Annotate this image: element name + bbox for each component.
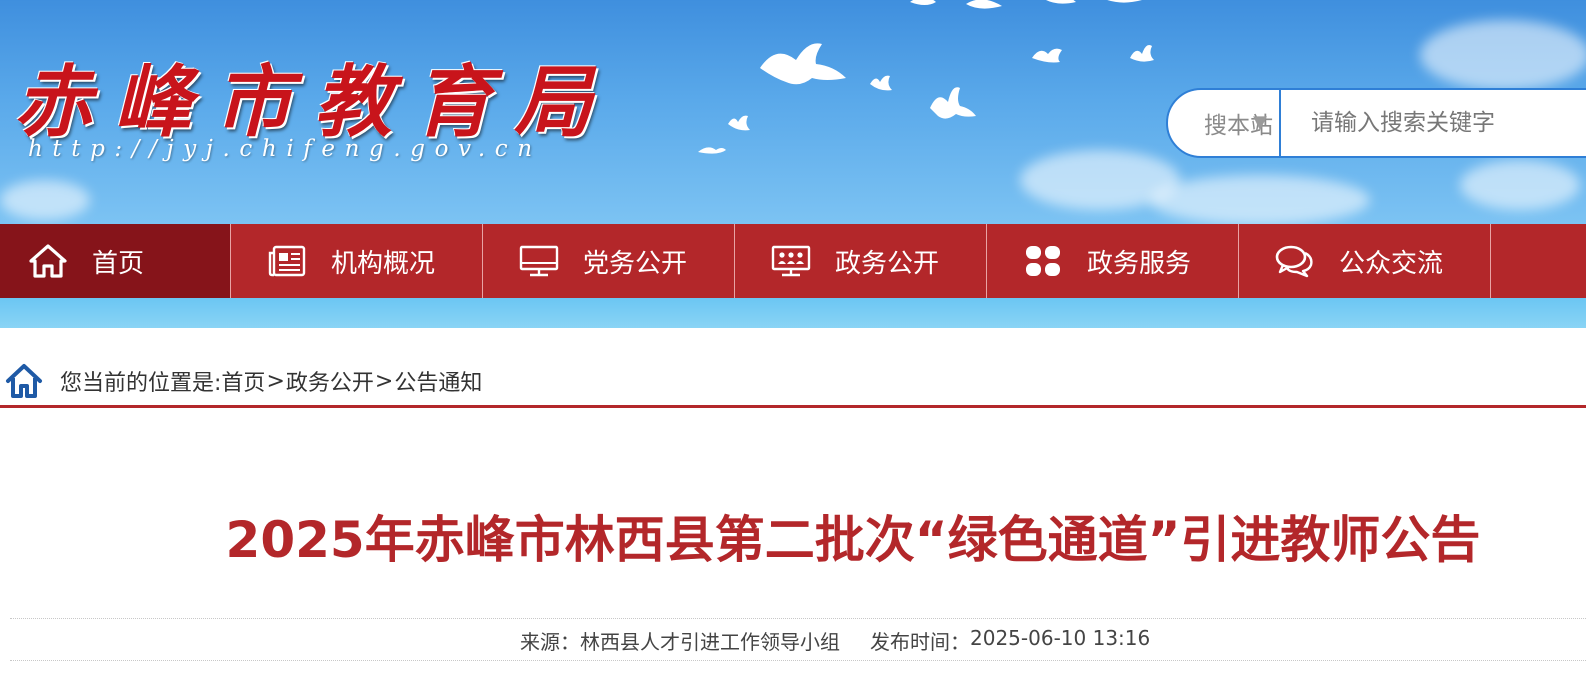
search-box: 搜本站 ▼ bbox=[1166, 88, 1586, 158]
dove-icon bbox=[1130, 45, 1154, 62]
monitor-icon bbox=[519, 244, 559, 278]
chat-bubbles-icon bbox=[1275, 244, 1315, 278]
grid-icon bbox=[1023, 244, 1063, 278]
breadcrumb-link-government-affairs[interactable]: 政务公开 bbox=[286, 365, 374, 397]
cloud-decoration bbox=[0, 180, 90, 220]
nav-label: 政务服务 bbox=[1087, 248, 1192, 279]
banner-bottom-strip bbox=[0, 298, 1586, 328]
breadcrumb-prefix: 您当前的位置是: bbox=[60, 371, 222, 396]
cloud-decoration bbox=[1460, 160, 1580, 210]
dove-icon bbox=[728, 115, 750, 131]
meta-spacer bbox=[840, 626, 870, 655]
dove-icon bbox=[698, 147, 726, 154]
nav-item-party-affairs[interactable]: 党务公开 bbox=[483, 224, 735, 298]
source-value: 林西县人才引进工作领导小组 bbox=[580, 630, 840, 654]
nav-item-organization[interactable]: 机构概况 bbox=[231, 224, 483, 298]
main-nav: 首页 机构概况 党务公开 政务公开 政务服务 公众交流 bbox=[0, 224, 1586, 298]
cloud-decoration bbox=[1420, 20, 1586, 90]
breadcrumb-trail: 您当前的位置是: 首页 > 政务公开 > 公告通知 bbox=[60, 365, 482, 397]
article-title: 2025年赤峰市林西县第二批次“绿色通道”引进教师公告 bbox=[225, 511, 1481, 569]
header-banner: 赤峰市教育局 http://jyj.chifeng.gov.cn 搜本站 ▼ bbox=[0, 0, 1586, 224]
nav-label: 公众交流 bbox=[1339, 248, 1444, 279]
published-label: 发布时间： bbox=[870, 630, 970, 654]
dove-icon bbox=[760, 43, 846, 85]
dove-icon bbox=[1032, 48, 1062, 63]
nav-item-government-affairs[interactable]: 政务公开 bbox=[735, 224, 987, 298]
breadcrumb-link-home[interactable]: 首页 bbox=[221, 365, 265, 397]
breadcrumb: 您当前的位置是: 首页 > 政务公开 > 公告通知 bbox=[0, 356, 482, 406]
search-scope-dropdown[interactable]: 搜本站 ▼ bbox=[1168, 90, 1281, 156]
nav-item-home[interactable]: 首页 bbox=[0, 224, 231, 298]
nav-label: 机构概况 bbox=[331, 248, 436, 279]
nav-item-public-communication[interactable]: 公众交流 bbox=[1239, 224, 1491, 298]
nav-label: 党务公开 bbox=[583, 248, 688, 279]
dropdown-triangle-icon: ▼ bbox=[1253, 112, 1267, 133]
source-label: 来源： bbox=[520, 630, 580, 654]
meta-divider-top bbox=[10, 618, 1586, 619]
breadcrumb-separator: > bbox=[266, 368, 285, 394]
breadcrumb-link-notices[interactable]: 公告通知 bbox=[394, 365, 482, 397]
site-logo-url: http://jyj.chifeng.gov.cn bbox=[28, 136, 542, 162]
cloud-decoration bbox=[1150, 175, 1370, 224]
newspaper-icon bbox=[267, 244, 307, 278]
nav-label: 政务公开 bbox=[835, 248, 940, 279]
home-icon bbox=[28, 244, 68, 278]
home-icon[interactable] bbox=[4, 361, 44, 401]
search-input[interactable] bbox=[1281, 90, 1586, 156]
article-meta: 来源： 林西县人才引进工作领导小组 发布时间： 2025-06-10 13:16 bbox=[520, 626, 1150, 655]
published-value: 2025-06-10 13:16 bbox=[970, 626, 1151, 650]
breadcrumb-separator: > bbox=[374, 368, 394, 394]
dove-icon bbox=[870, 75, 892, 91]
nav-item-government-services[interactable]: 政务服务 bbox=[987, 224, 1239, 298]
dove-icon bbox=[930, 87, 976, 119]
meeting-screen-icon bbox=[771, 244, 811, 278]
dove-flock-icon bbox=[910, 0, 1142, 9]
nav-label: 首页 bbox=[92, 248, 145, 279]
breadcrumb-divider bbox=[0, 405, 1586, 408]
meta-divider-bottom bbox=[10, 660, 1586, 661]
